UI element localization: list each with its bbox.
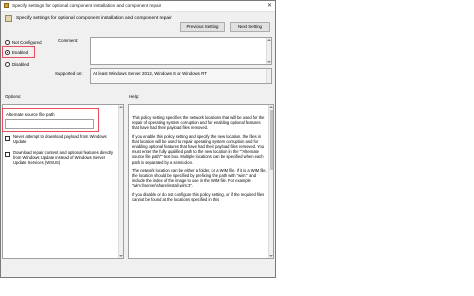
close-icon[interactable]: ✕ — [267, 2, 272, 9]
scroll-down-arrow-icon[interactable] — [267, 61, 271, 63]
radio-disabled-label: Disabled — [12, 61, 30, 67]
title-bar[interactable]: Specify settings for optional component … — [1, 1, 275, 12]
help-label: Help: — [129, 94, 140, 99]
options-scroll-down-icon[interactable] — [119, 255, 123, 257]
alternate-source-input[interactable] — [5, 119, 94, 129]
help-paragraph: The network location can be either a fol… — [132, 167, 267, 189]
help-text: This policy setting specifies the networ… — [132, 115, 268, 205]
previous-setting-button[interactable]: Previous Setting — [180, 22, 225, 32]
radio-not-configured-dot[interactable] — [5, 39, 10, 45]
policy-setting-icon — [5, 15, 12, 22]
radio-not-configured-label: Not Configured — [12, 39, 42, 45]
help-scrollbar[interactable] — [268, 105, 273, 258]
radio-enabled-label: Enabled — [12, 49, 29, 55]
policy-dialog-window: Specify settings for optional component … — [0, 0, 276, 278]
supported-scrollbar[interactable] — [266, 69, 271, 83]
scroll-up-arrow-icon[interactable] — [267, 39, 271, 41]
supported-on-field: At least Windows Server 2012, Windows 8 … — [90, 68, 272, 84]
supported-on-value: At least Windows Server 2012, Windows 8 … — [93, 71, 207, 76]
radio-enabled[interactable]: Enabled — [5, 48, 28, 56]
radio-enabled-dot[interactable] — [5, 49, 10, 55]
download-repair-checkbox[interactable] — [5, 152, 10, 157]
help-scroll-down-icon[interactable] — [269, 255, 273, 257]
help-paragraph: This policy setting specifies the networ… — [132, 115, 265, 131]
supported-on-label: Supported on: — [55, 71, 83, 76]
options-label: Options: — [5, 94, 22, 99]
options-scroll-up-icon[interactable] — [119, 106, 123, 108]
comment-field[interactable] — [90, 37, 272, 65]
radio-disabled-dot[interactable] — [5, 61, 10, 67]
next-setting-button[interactable]: Next Setting — [230, 22, 270, 32]
alternate-source-label: Alternate source file path — [6, 112, 55, 117]
radio-not-configured[interactable]: Not Configured — [5, 38, 42, 46]
download-repair-label: Download repair content and optional fea… — [13, 150, 114, 165]
comment-scrollbar[interactable] — [266, 38, 271, 64]
radio-disabled[interactable]: Disabled — [5, 60, 29, 68]
help-paragraph: If you disable or do not configure this … — [132, 191, 265, 202]
never-download-label: Never attempt to download payload from W… — [13, 134, 107, 144]
options-scrollbar[interactable] — [118, 105, 123, 258]
window-title: Specify settings for optional component … — [12, 3, 162, 8]
never-download-checkbox[interactable] — [5, 136, 10, 141]
header-title: Specify settings for optional component … — [16, 16, 172, 21]
policy-icon — [4, 3, 9, 8]
help-scroll-up-icon[interactable] — [269, 106, 273, 108]
help-paragraph: If you enable this policy setting and sp… — [132, 133, 265, 165]
help-scroll-thumb[interactable] — [270, 110, 273, 170]
comment-label: Comment: — [58, 38, 79, 43]
